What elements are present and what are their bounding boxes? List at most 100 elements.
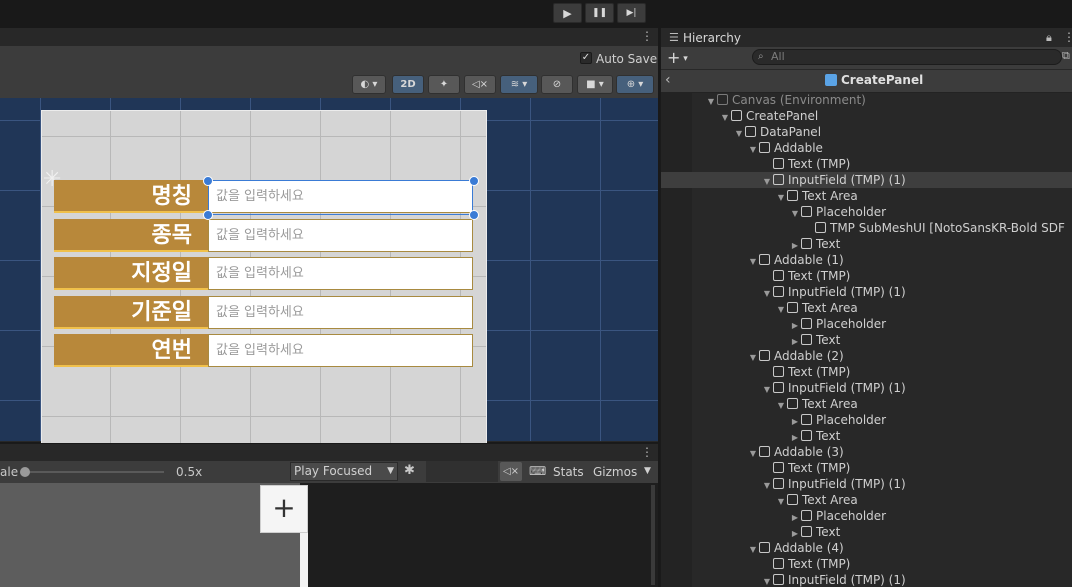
scrollbar[interactable] — [651, 485, 655, 585]
auto-save-checkbox[interactable]: ✓ — [580, 52, 592, 64]
hierarchy-item[interactable]: ▼ Addable (1) — [661, 252, 1072, 268]
hierarchy-item[interactable]: ▶ Placeholder — [661, 412, 1072, 428]
hierarchy-item[interactable]: TMP SubMeshUI [NotoSansKR-Bold SDF — [661, 220, 1072, 236]
camera-dropdown[interactable]: ■ ▾ — [577, 75, 613, 94]
hierarchy-item-label: Addable (4) — [774, 541, 844, 555]
hierarchy-item[interactable]: ▼ InputField (TMP) (1) — [661, 284, 1072, 300]
hierarchy-tree: ▼ Canvas (Environment) ▼ CreatePanel ▼ DataPa… — [661, 92, 1072, 587]
expand-down-icon[interactable]: ▼ — [761, 574, 773, 587]
stats-button[interactable]: Stats — [553, 465, 584, 479]
hierarchy-item[interactable]: ▼ DataPanel — [661, 124, 1072, 140]
gameobject-icon — [745, 126, 756, 137]
pause-button[interactable]: ❚❚ — [585, 3, 614, 23]
hierarchy-item-label: Text (TMP) — [788, 365, 851, 379]
handle-top-right[interactable] — [469, 176, 479, 186]
step-button[interactable]: ▶| — [617, 3, 646, 23]
field-input[interactable]: 값을 입력하세요 — [208, 334, 473, 367]
scale-label: ale — [0, 465, 19, 479]
hierarchy-item[interactable]: Text (TMP) — [661, 268, 1072, 284]
hierarchy-item[interactable]: ▶ Placeholder — [661, 508, 1072, 524]
hierarchy-item[interactable]: ▼ InputField (TMP) (1) — [661, 572, 1072, 587]
play-mode-dropdown[interactable]: Play Focused ▼ — [290, 462, 398, 481]
hierarchy-item[interactable]: Text (TMP) — [661, 156, 1072, 172]
back-chevron-icon[interactable]: ‹ — [665, 72, 671, 88]
hierarchy-item[interactable]: ▶ Placeholder — [661, 316, 1072, 332]
hierarchy-item-label: Addable (1) — [774, 253, 844, 267]
add-dropdown-button[interactable]: + ▾ — [667, 48, 688, 67]
hierarchy-item-label: Addable (3) — [774, 445, 844, 459]
hierarchy-item[interactable]: ▼ Text Area — [661, 188, 1072, 204]
lock-icon[interactable]: 🔒︎ — [1046, 31, 1052, 45]
hierarchy-item-label: Text Area — [802, 189, 858, 203]
hierarchy-item[interactable]: ▼ Addable — [661, 140, 1072, 156]
hierarchy-item[interactable]: ▼ InputField (TMP) (1) — [661, 380, 1072, 396]
handle-bottom-left[interactable] — [203, 210, 213, 220]
hierarchy-search-input[interactable]: ⌕ All — [752, 49, 1062, 65]
handle-top-left[interactable] — [203, 176, 213, 186]
hierarchy-item[interactable]: ▼ Text Area — [661, 492, 1072, 508]
hierarchy-item[interactable]: ▼ Addable (2) — [661, 348, 1072, 364]
field-input[interactable]: 값을 입력하세요 — [208, 219, 473, 252]
field-input[interactable]: 값을 입력하세요 — [208, 296, 473, 329]
effects-dropdown[interactable]: ≋ ▾ — [500, 75, 538, 94]
hierarchy-item[interactable]: ▼ InputField (TMP) (1) — [661, 476, 1072, 492]
hierarchy-item[interactable]: ▼ Text Area — [661, 300, 1072, 316]
hierarchy-item-label: Text (TMP) — [788, 269, 851, 283]
hierarchy-item[interactable]: ▶ Text — [661, 524, 1072, 540]
play-button[interactable]: ▶ — [553, 3, 582, 23]
gameobject-icon — [759, 350, 770, 361]
gameobject-icon — [773, 270, 784, 281]
hierarchy-item[interactable]: ▶ Text — [661, 332, 1072, 348]
hierarchy-item-label: CreatePanel — [746, 109, 819, 123]
hierarchy-item[interactable]: ▶ Text — [661, 236, 1072, 252]
audio-button[interactable]: ◁× — [464, 75, 496, 94]
add-button[interactable]: + — [260, 485, 308, 533]
shading-icon: ◐ ▾ — [360, 79, 378, 90]
gizmos-button[interactable]: Gizmos — [593, 465, 637, 479]
hierarchy-item[interactable]: ▼ Text Area — [661, 396, 1072, 412]
hierarchy-item[interactable]: Text (TMP) — [661, 460, 1072, 476]
hierarchy-item[interactable]: Text (TMP) — [661, 364, 1072, 380]
hierarchy-item[interactable]: ▶ Text — [661, 428, 1072, 444]
scale-slider-track[interactable] — [24, 471, 164, 473]
speaker-mute-icon: ◁× — [502, 466, 520, 477]
hierarchy-item[interactable]: Text (TMP) — [661, 556, 1072, 572]
gizmos-dropdown[interactable]: ⊕ ▾ — [616, 75, 654, 94]
hierarchy-item[interactable]: ▼ Addable (3) — [661, 444, 1072, 460]
hierarchy-item-label: Placeholder — [816, 413, 887, 427]
mute-audio-button[interactable]: ◁× — [500, 462, 522, 481]
hierarchy-item[interactable]: ▼ Placeholder — [661, 204, 1072, 220]
scale-slider-thumb[interactable] — [20, 467, 30, 477]
handle-bottom-right[interactable] — [469, 210, 479, 220]
hierarchy-item[interactable]: ▼ Addable (4) — [661, 540, 1072, 556]
camera-icon: ■ ▾ — [586, 79, 604, 90]
kebab-menu-icon[interactable]: ⋮ — [1063, 30, 1072, 44]
gameobject-icon — [801, 430, 812, 441]
gameobject-icon — [773, 462, 784, 473]
bug-icon[interactable]: ✱ — [404, 463, 415, 478]
hierarchy-item-label: InputField (TMP) (1) — [788, 477, 906, 491]
kebab-menu-icon[interactable]: ⋮ — [641, 445, 653, 459]
pause-icon: ❚❚ — [591, 8, 608, 18]
scene-visibility-button[interactable]: ⊘ — [541, 75, 573, 94]
chevron-down-icon: ▾ — [680, 54, 688, 64]
hierarchy-tab[interactable]: ☰ Hierarchy — [661, 28, 741, 47]
chevron-down-icon[interactable]: ▼ — [644, 466, 651, 476]
hierarchy-item[interactable]: ▼ InputField (TMP) (1) — [661, 172, 1072, 188]
hierarchy-item[interactable]: ▼ CreatePanel — [661, 108, 1072, 124]
step-icon: ▶| — [626, 8, 637, 18]
lighting-button[interactable]: ✦ — [428, 75, 460, 94]
kebab-menu-icon[interactable]: ⋮ — [641, 29, 653, 43]
hierarchy-item-label: Text (TMP) — [788, 557, 851, 571]
play-icon: ▶ — [563, 6, 572, 20]
hierarchy-item[interactable]: ▼ Canvas (Environment) — [661, 92, 1072, 108]
eye-hidden-icon: ⊘ — [552, 79, 562, 90]
auto-save-label: Auto Save — [596, 52, 658, 66]
search-filter-icon[interactable]: ⧉ — [1062, 49, 1070, 63]
shading-mode-dropdown[interactable]: ◐ ▾ — [352, 75, 386, 94]
hierarchy-item-label: Canvas (Environment) — [732, 93, 866, 107]
keyboard-icon[interactable]: ⌨ — [529, 464, 546, 478]
field-input[interactable]: 값을 입력하세요 — [208, 257, 473, 290]
toggle-2d-button[interactable]: 2D — [392, 75, 424, 94]
game-header: ⋮ — [0, 443, 658, 462]
